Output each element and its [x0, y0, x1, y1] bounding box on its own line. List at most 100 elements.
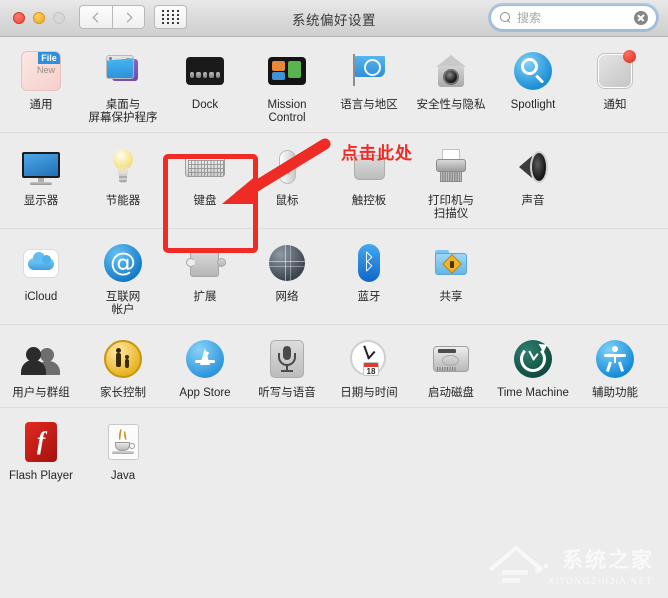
pref-item-dictation-speech[interactable]: 听写与语音 — [246, 325, 328, 407]
pref-item-date-time[interactable]: 18 日期与时间 — [328, 325, 410, 407]
pref-label: 语言与地区 — [340, 99, 398, 111]
spotlight-icon — [509, 47, 557, 95]
pref-label: 扩展 — [193, 291, 217, 303]
app-store-icon — [181, 335, 229, 383]
pref-item-general[interactable]: File New 通用 — [0, 37, 82, 132]
pref-label: 互联网 帐户 — [105, 291, 141, 316]
security-privacy-icon — [427, 47, 475, 95]
preferences-grid: File New 通用 桌面与 屏幕保护程序 Dock Mission Cont… — [0, 37, 668, 598]
search-input[interactable] — [517, 10, 634, 25]
displays-icon — [17, 143, 65, 191]
pref-label: 声音 — [521, 195, 545, 207]
pref-label: 听写与语音 — [258, 387, 316, 399]
sound-icon — [509, 143, 557, 191]
mission-control-icon — [263, 47, 311, 95]
pref-item-displays[interactable]: 显示器 — [0, 133, 82, 228]
pref-item-energy-saver[interactable]: 节能器 — [82, 133, 164, 228]
preferences-row: File New 通用 桌面与 屏幕保护程序 Dock Mission Cont… — [0, 37, 668, 133]
pref-item-mission-control[interactable]: Mission Control — [246, 37, 328, 132]
printers-scanners-icon — [427, 143, 475, 191]
pref-item-security-privacy[interactable]: 安全性与隐私 — [410, 37, 492, 132]
at-glyph: @ — [104, 244, 142, 282]
preferences-row: iCloud @ 互联网 帐户 扩展 网络 ᛒ 蓝牙 共享 — [0, 229, 668, 325]
mouse-icon — [263, 143, 311, 191]
pref-label: 蓝牙 — [357, 291, 381, 303]
pref-item-flash-player[interactable]: f Flash Player — [0, 408, 82, 490]
pref-item-icloud[interactable]: iCloud — [0, 229, 82, 324]
pref-label: 辅助功能 — [592, 387, 638, 399]
pref-label: 显示器 — [23, 195, 59, 207]
titlebar: 系统偏好设置 — [0, 0, 668, 37]
general-icon: File New — [17, 47, 65, 95]
energy-saver-icon — [99, 143, 147, 191]
bluetooth-icon: ᛒ — [345, 239, 393, 287]
pref-label: 鼠标 — [275, 195, 299, 207]
pref-label: Flash Player — [9, 470, 73, 482]
pref-label: App Store — [179, 387, 231, 399]
pref-label: 日期与时间 — [340, 387, 398, 399]
pref-item-printers-scanners[interactable]: 打印机与 扫描仪 — [410, 133, 492, 228]
pref-label: Dock — [191, 99, 219, 111]
pref-item-spotlight[interactable]: Spotlight — [492, 37, 574, 132]
clear-search-icon[interactable] — [634, 10, 648, 25]
pref-label: iCloud — [24, 291, 58, 303]
pref-item-language-region[interactable]: 语言与地区 — [328, 37, 410, 132]
pref-label: 通知 — [603, 99, 627, 111]
pref-item-accessibility[interactable]: 辅助功能 — [574, 325, 656, 407]
notifications-icon — [591, 47, 639, 95]
pref-item-keyboard[interactable]: 键盘 — [164, 133, 246, 228]
pref-label: 启动磁盘 — [428, 387, 474, 399]
pref-item-sound[interactable]: 声音 — [492, 133, 574, 228]
pref-item-sharing[interactable]: 共享 — [410, 229, 492, 324]
pref-item-dock[interactable]: Dock — [164, 37, 246, 132]
java-icon — [99, 418, 147, 466]
icloud-icon — [17, 239, 65, 287]
pref-item-parental-controls[interactable]: 家长控制 — [82, 325, 164, 407]
search-icon — [500, 12, 511, 23]
time-machine-icon — [509, 335, 557, 383]
pref-item-java[interactable]: Java — [82, 408, 164, 490]
startup-disk-icon — [427, 335, 475, 383]
pref-label: Java — [110, 470, 136, 482]
flash-glyph: f — [36, 428, 46, 455]
flash-player-icon: f — [17, 418, 65, 466]
pref-label: 键盘 — [193, 195, 217, 207]
preferences-row: 显示器 节能器 键盘 鼠标 触控板 打印机与 扫描仪 声音 — [0, 133, 668, 229]
internet-accounts-icon: @ — [99, 239, 147, 287]
pref-item-time-machine[interactable]: Time Machine — [492, 325, 574, 407]
pref-label: Spotlight — [510, 99, 556, 111]
pref-label: 共享 — [439, 291, 463, 303]
pref-label: 网络 — [275, 291, 299, 303]
parental-controls-icon — [99, 335, 147, 383]
pref-label: Time Machine — [497, 387, 569, 399]
preferences-row: f Flash Player Java — [0, 408, 668, 490]
pref-item-app-store[interactable]: App Store — [164, 325, 246, 407]
language-region-icon — [345, 47, 393, 95]
preferences-row: 用户与群组 家长控制 App Store 听写与语音 18 日期与时间 启动磁盘… — [0, 325, 668, 408]
pref-label: 通用 — [29, 99, 53, 111]
pref-item-mouse[interactable]: 鼠标 — [246, 133, 328, 228]
pref-item-startup-disk[interactable]: 启动磁盘 — [410, 325, 492, 407]
search-field[interactable] — [490, 5, 657, 30]
date-time-icon: 18 — [345, 335, 393, 383]
pref-item-users-groups[interactable]: 用户与群组 — [0, 325, 82, 407]
keyboard-icon — [181, 143, 229, 191]
dictation-speech-icon — [263, 335, 311, 383]
extensions-icon — [181, 239, 229, 287]
annotation-text: 点击此处 — [341, 144, 413, 163]
pref-label: 桌面与 屏幕保护程序 — [88, 99, 158, 124]
pref-item-extensions[interactable]: 扩展 — [164, 229, 246, 324]
pref-item-network[interactable]: 网络 — [246, 229, 328, 324]
pref-item-bluetooth[interactable]: ᛒ 蓝牙 — [328, 229, 410, 324]
accessibility-icon — [591, 335, 639, 383]
calendar-day: 18 — [366, 367, 376, 376]
pref-label: 用户与群组 — [12, 387, 70, 399]
dock-icon — [181, 47, 229, 95]
network-icon — [263, 239, 311, 287]
pref-item-internet-accounts[interactable]: @ 互联网 帐户 — [82, 229, 164, 324]
bluetooth-glyph: ᛒ — [362, 250, 376, 275]
pref-item-notifications[interactable]: 通知 — [574, 37, 656, 132]
pref-label: 家长控制 — [100, 387, 146, 399]
general-file-label: File — [38, 52, 60, 64]
pref-item-desktop-screensaver[interactable]: 桌面与 屏幕保护程序 — [82, 37, 164, 132]
